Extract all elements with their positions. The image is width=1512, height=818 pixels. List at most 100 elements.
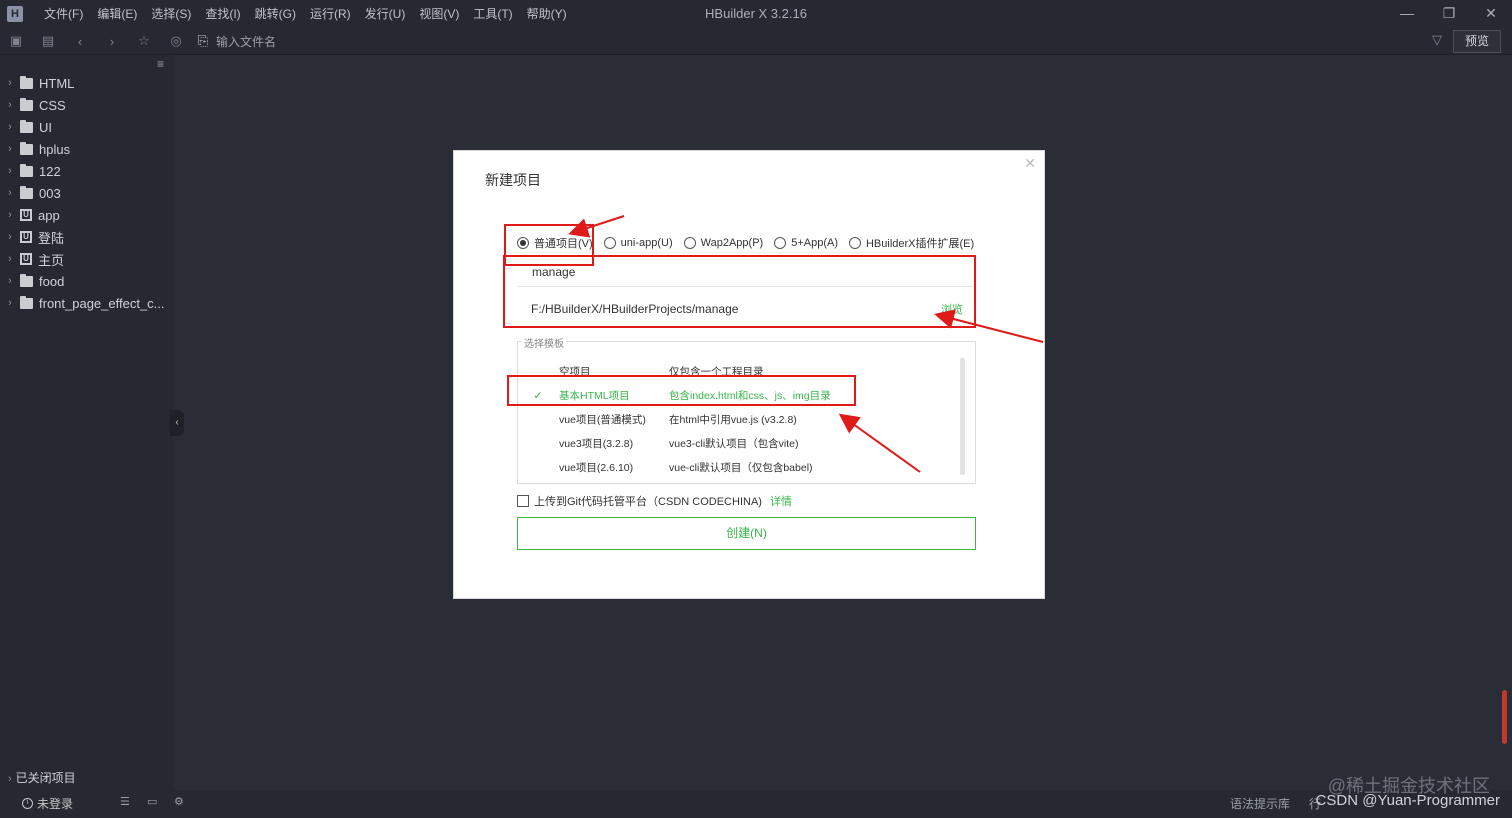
menu-find[interactable]: 查找(I) xyxy=(198,0,247,28)
close-button[interactable]: ✕ xyxy=(1470,0,1512,28)
folder-icon xyxy=(20,163,33,177)
save-icon[interactable]: ▤ xyxy=(32,33,64,49)
menu-bar: 文件(F) 编辑(E) 选择(S) 查找(I) 跳转(G) 运行(R) 发行(U… xyxy=(37,0,574,28)
tree-item-css[interactable]: › CSS xyxy=(0,94,173,116)
radio-label: 5+App(A) xyxy=(791,237,838,249)
dialog-title: 新建项目 xyxy=(485,172,541,188)
hamburger-menu-icon[interactable]: ≡ xyxy=(157,57,164,71)
template-desc: 仅包含一个工程目录 xyxy=(669,365,764,378)
menu-goto[interactable]: 跳转(G) xyxy=(248,0,303,28)
radio-plugin-extension[interactable]: HBuilderX插件扩展(E) xyxy=(848,235,974,251)
tree-item-label: 122 xyxy=(39,163,61,179)
plugin-icon[interactable]: ⚙ xyxy=(174,795,201,808)
tree-item-food[interactable]: › food xyxy=(0,270,173,292)
uniapp-icon: U xyxy=(20,253,32,265)
radio-wap2app[interactable]: Wap2App(P) xyxy=(683,235,763,251)
radio-uni-app[interactable]: uni-app(U) xyxy=(603,235,673,251)
menu-view[interactable]: 视图(V) xyxy=(412,0,466,28)
git-details-link[interactable]: 详情 xyxy=(770,493,792,509)
scroll-indicator xyxy=(1502,690,1507,744)
tree-item-front-page-effect[interactable]: › front_page_effect_c... xyxy=(0,292,173,314)
browse-link[interactable]: 浏览 xyxy=(941,301,963,317)
chevron-right-icon: › xyxy=(8,253,12,265)
template-row-empty[interactable]: 空项目 仅包含一个工程目录 xyxy=(517,359,957,383)
template-name: vue项目(2.6.10) xyxy=(559,461,634,474)
folder-icon xyxy=(20,295,33,309)
radio-unchecked-icon xyxy=(683,237,696,249)
folder-icon xyxy=(20,119,33,133)
window-controls: — ❐ ✕ xyxy=(1386,0,1512,28)
collapse-sidebar-icon[interactable]: ‹ xyxy=(170,410,184,436)
template-row-vue3[interactable]: vue3项目(3.2.8) vue3-cli默认项目（包含vite) xyxy=(517,431,957,455)
menu-help[interactable]: 帮助(Y) xyxy=(520,0,574,28)
radio-label: uni-app(U) xyxy=(620,237,673,249)
terminal-icon[interactable]: ▭ xyxy=(147,795,174,808)
radio-unchecked-icon xyxy=(774,237,787,249)
tree-item-003[interactable]: › 003 xyxy=(0,182,173,204)
file-search-icon: ⎘ xyxy=(197,33,209,48)
tree-item-122[interactable]: › 122 xyxy=(0,160,173,182)
project-name-input[interactable]: manage xyxy=(517,257,976,287)
tree-item-html[interactable]: › HTML xyxy=(0,72,173,94)
check-icon: ✓ xyxy=(533,389,543,402)
tree-item-label: 主页 xyxy=(38,252,65,268)
template-desc: vue-cli默认项目（仅包含babel) xyxy=(669,461,813,474)
menu-run[interactable]: 运行(R) xyxy=(303,0,358,28)
menu-edit[interactable]: 编辑(E) xyxy=(90,0,144,28)
tree-item-ui[interactable]: › UI xyxy=(0,116,173,138)
filter-icon[interactable]: ▽ xyxy=(1432,32,1442,48)
template-row-vue2[interactable]: vue项目(2.6.10) vue-cli默认项目（仅包含babel) xyxy=(517,455,957,479)
closed-projects-toggle[interactable]: › 已关闭项目 xyxy=(8,769,76,786)
run-icon[interactable]: ◎ xyxy=(160,33,192,49)
template-list: 空项目 仅包含一个工程目录 ✓ 基本HTML项目 包含index.html和css、j… xyxy=(517,359,957,479)
tree-item-label: 003 xyxy=(39,185,61,201)
maximize-button[interactable]: ❐ xyxy=(1428,0,1470,28)
syntax-hint-library[interactable]: 语法提示库 xyxy=(1230,795,1290,812)
hbuilder-logo-icon: H xyxy=(7,6,23,22)
project-path-input[interactable]: F:/HBuilderX/HBuilderProjects/manage xyxy=(517,292,976,322)
tree-item-home[interactable]: › U 主页 xyxy=(0,248,173,270)
chevron-right-icon: › xyxy=(8,121,12,133)
login-status[interactable]: i 未登录 xyxy=(22,795,73,812)
chevron-right-icon: › xyxy=(8,275,12,287)
filename-input[interactable]: 输入文件名 xyxy=(216,33,276,50)
template-desc: 在html中引用vue.js (v3.2.8) xyxy=(669,413,797,426)
close-icon[interactable]: ✕ xyxy=(1024,155,1036,172)
tree-item-login[interactable]: › U 登陆 xyxy=(0,226,173,248)
git-upload-checkbox[interactable] xyxy=(517,495,529,507)
login-label: 未登录 xyxy=(37,797,74,811)
minimize-button[interactable]: — xyxy=(1386,0,1428,28)
tree-item-label: CSS xyxy=(39,97,66,113)
star-icon[interactable]: ☆ xyxy=(128,33,160,49)
menu-tools[interactable]: 工具(T) xyxy=(466,0,519,28)
tree-item-app[interactable]: › Uapp xyxy=(0,204,173,226)
git-upload-row: 上传到Git代码托管平台（CSDN CODECHINA) 详情 xyxy=(517,493,792,509)
project-type-group: 普通项目(V) uni-app(U) Wap2App(P) 5+App(A) H… xyxy=(517,235,985,251)
folder-icon xyxy=(20,185,33,199)
create-button[interactable]: 创建(N) xyxy=(517,517,976,550)
menu-file[interactable]: 文件(F) xyxy=(37,0,90,28)
forward-icon[interactable]: › xyxy=(96,34,128,49)
template-row-vue-normal[interactable]: vue项目(普通模式) 在html中引用vue.js (v3.2.8) xyxy=(517,407,957,431)
toolbar: ▣ ▤ ‹ › ☆ ◎ ⎘ 输入文件名 ▽ 预览 xyxy=(0,28,1512,55)
menu-select[interactable]: 选择(S) xyxy=(144,0,198,28)
template-row-basic-html[interactable]: ✓ 基本HTML项目 包含index.html和css、js、img目录 xyxy=(517,383,957,407)
folder-icon xyxy=(20,141,33,155)
menu-publish[interactable]: 发行(U) xyxy=(358,0,413,28)
template-name: vue项目(普通模式) xyxy=(559,413,646,426)
status-bar: i 未登录 ☰ ▭ ⚙ 语法提示库 行 @稀土掘金技术社区 CSDN @Yuan… xyxy=(0,776,1512,818)
preview-button[interactable]: 预览 xyxy=(1453,30,1501,53)
template-name: 空项目 xyxy=(559,365,591,378)
user-icon: i xyxy=(22,798,33,809)
radio-5plus-app[interactable]: 5+App(A) xyxy=(774,235,838,251)
radio-checked-icon xyxy=(517,237,529,249)
folder-icon xyxy=(20,75,33,89)
folder-icon xyxy=(20,273,33,287)
radio-normal-project[interactable]: 普通项目(V) xyxy=(517,235,593,251)
back-icon[interactable]: ‹ xyxy=(64,34,96,49)
template-scrollbar[interactable] xyxy=(960,358,965,475)
new-file-icon[interactable]: ▣ xyxy=(0,33,32,49)
tree-item-hplus[interactable]: › hplus xyxy=(0,138,173,160)
outline-icon[interactable]: ☰ xyxy=(120,795,147,808)
git-upload-label: 上传到Git代码托管平台（CSDN CODECHINA) xyxy=(534,496,762,508)
